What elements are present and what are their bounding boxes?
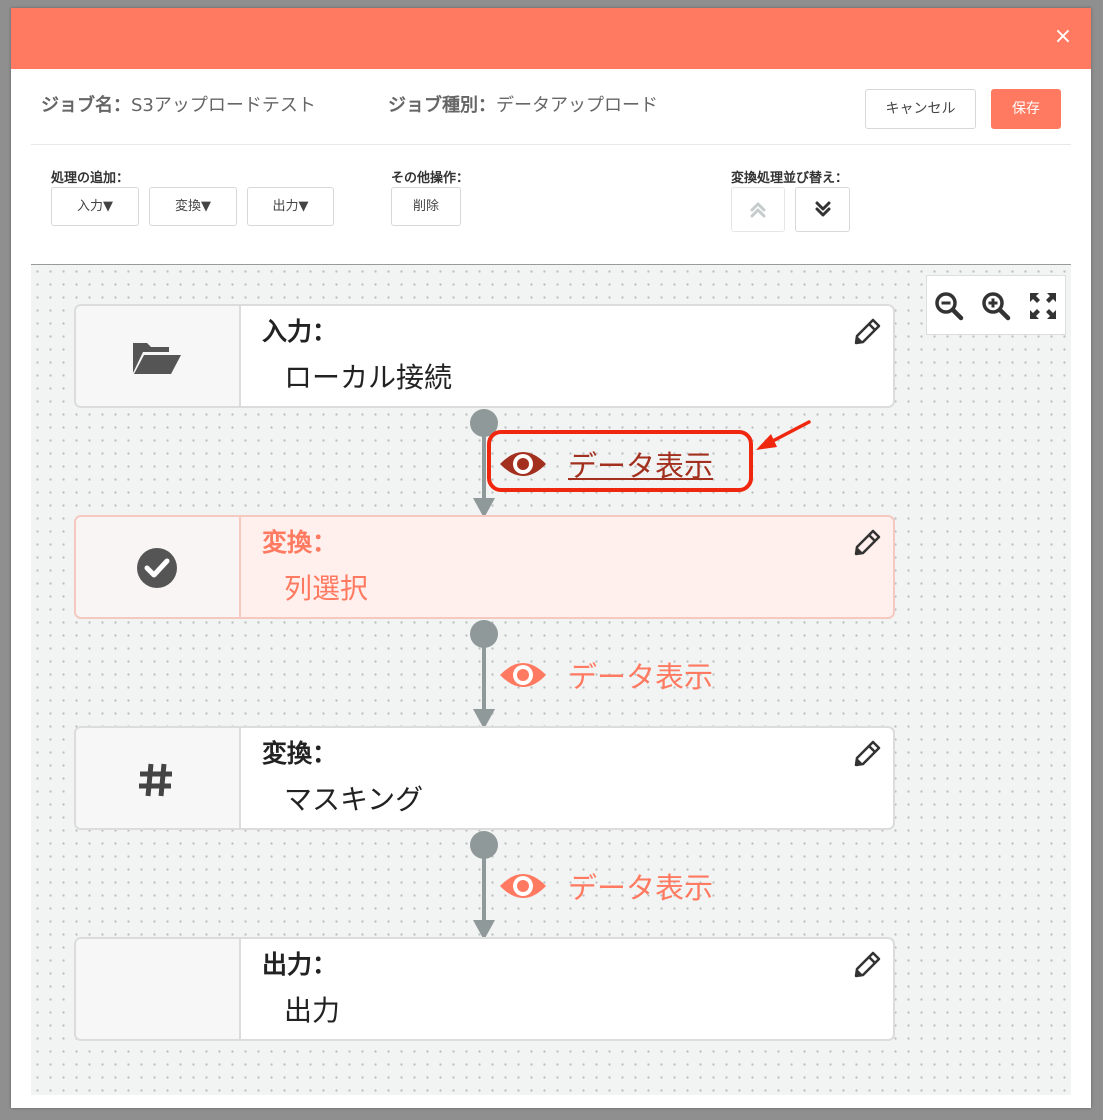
zoom-out-icon[interactable] [933,290,965,322]
zoom-in-icon[interactable] [980,290,1012,322]
save-button[interactable]: 保存 [991,89,1061,129]
node-value: ローカル接続 [284,361,453,394]
add-transform-dropdown[interactable]: 変換▼ [149,187,237,226]
double-chevron-up-icon [750,202,766,218]
node-title: 変換： [262,528,338,557]
flow-connector [470,620,498,729]
flow-node-transform-column-select[interactable]: 変換： 列選択 [74,515,895,619]
add-process-label: 処理の追加： [51,171,130,186]
flow-connector [470,831,498,940]
annotation-highlight-box [487,430,753,492]
divider [31,144,1071,145]
flow-node-input[interactable]: 入力： ローカル接続 [74,304,895,408]
node-title: 入力： [262,317,338,346]
move-up-button[interactable] [731,187,785,232]
eye-icon [500,874,546,898]
reorder-label: 変換処理並び替え： [731,171,849,186]
job-name: ジョブ名：S3アップロードテスト [41,91,316,117]
data-view-link[interactable]: データ表示 [498,651,713,699]
annotation-arrow-icon [756,420,811,450]
modal-header: × [11,8,1091,69]
job-name-label: ジョブ名： [41,95,131,116]
double-chevron-down-icon [815,201,831,217]
eye-icon [500,663,546,687]
other-actions-label: その他操作： [391,171,470,186]
delete-button[interactable]: 削除 [391,187,461,226]
flow-canvas[interactable]: 入力： ローカル接続 データ表示 変換： 列選択 データ表示 変換： マスキング… [31,264,1071,1095]
pencil-icon[interactable] [853,318,881,346]
node-icon-cell [76,306,241,406]
check-circle-icon [137,548,177,588]
node-title: 変換： [262,739,338,768]
job-edit-modal: × ジョブ名：S3アップロードテスト ジョブ種別：データアップロード キャンセル… [11,8,1091,1108]
cancel-button[interactable]: キャンセル [865,89,976,129]
add-output-dropdown[interactable]: 出力▼ [247,187,334,226]
flow-node-output[interactable]: 出力： 出力 [74,937,895,1041]
pencil-icon[interactable] [853,529,881,557]
pencil-icon[interactable] [853,951,881,979]
add-input-dropdown[interactable]: 入力▼ [51,187,139,226]
node-value: 列選択 [284,572,369,605]
data-view-label: データ表示 [568,660,714,694]
node-title: 出力： [262,950,338,979]
flow-node-transform-masking[interactable]: 変換： マスキング [74,726,895,830]
folder-open-icon [133,343,181,374]
data-view-label: データ表示 [568,871,714,905]
job-type-label: ジョブ種別： [388,95,496,116]
job-type-value: データアップロード [496,95,658,116]
node-icon-cell [76,728,241,828]
pencil-icon[interactable] [853,740,881,768]
job-type: ジョブ種別：データアップロード [388,91,658,117]
zoom-controls [926,275,1066,335]
node-icon-cell [76,939,241,1039]
node-value: 出力 [284,994,341,1027]
job-name-value: S3アップロードテスト [131,95,316,116]
move-down-button[interactable] [795,187,850,232]
close-icon[interactable]: × [1051,25,1075,49]
node-value: マスキング [284,783,424,816]
fit-screen-icon[interactable] [1027,290,1059,322]
node-icon-cell [76,517,241,617]
data-view-link[interactable]: データ表示 [498,862,713,910]
hash-icon [139,763,172,797]
